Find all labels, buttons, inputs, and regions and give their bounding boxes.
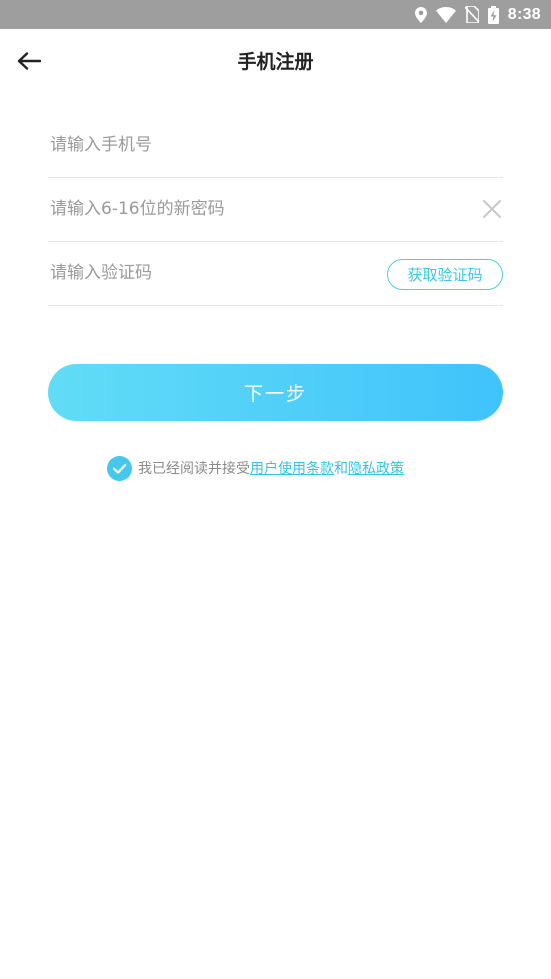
phone-input[interactable]	[50, 114, 370, 176]
location-icon	[414, 6, 427, 23]
app-bar: 手机注册	[0, 29, 551, 93]
status-time: 8:38	[507, 5, 541, 23]
agreement-prefix: 我已经阅读并接受	[138, 461, 250, 477]
agreement: 我已经阅读并接受 用户使用条款 和 隐私政策	[107, 455, 404, 481]
check-circle-icon[interactable]	[107, 455, 132, 481]
agreement-and: 和	[334, 461, 348, 477]
wifi-icon	[435, 6, 456, 23]
code-field: 获取验证码	[48, 242, 503, 306]
code-input[interactable]	[50, 242, 350, 304]
next-button[interactable]: 下一步	[48, 364, 503, 421]
password-field	[48, 178, 503, 242]
get-code-button[interactable]: 获取验证码	[387, 259, 503, 290]
phone-field	[48, 114, 503, 178]
terms-link[interactable]: 用户使用条款	[250, 458, 334, 478]
close-icon[interactable]	[481, 198, 503, 220]
battery-charging-icon	[487, 5, 499, 24]
password-input[interactable]	[50, 178, 370, 240]
page-title: 手机注册	[237, 51, 314, 73]
privacy-link[interactable]: 隐私政策	[348, 458, 404, 478]
no-sim-icon	[464, 6, 479, 23]
status-bar: 8:38	[0, 0, 551, 29]
